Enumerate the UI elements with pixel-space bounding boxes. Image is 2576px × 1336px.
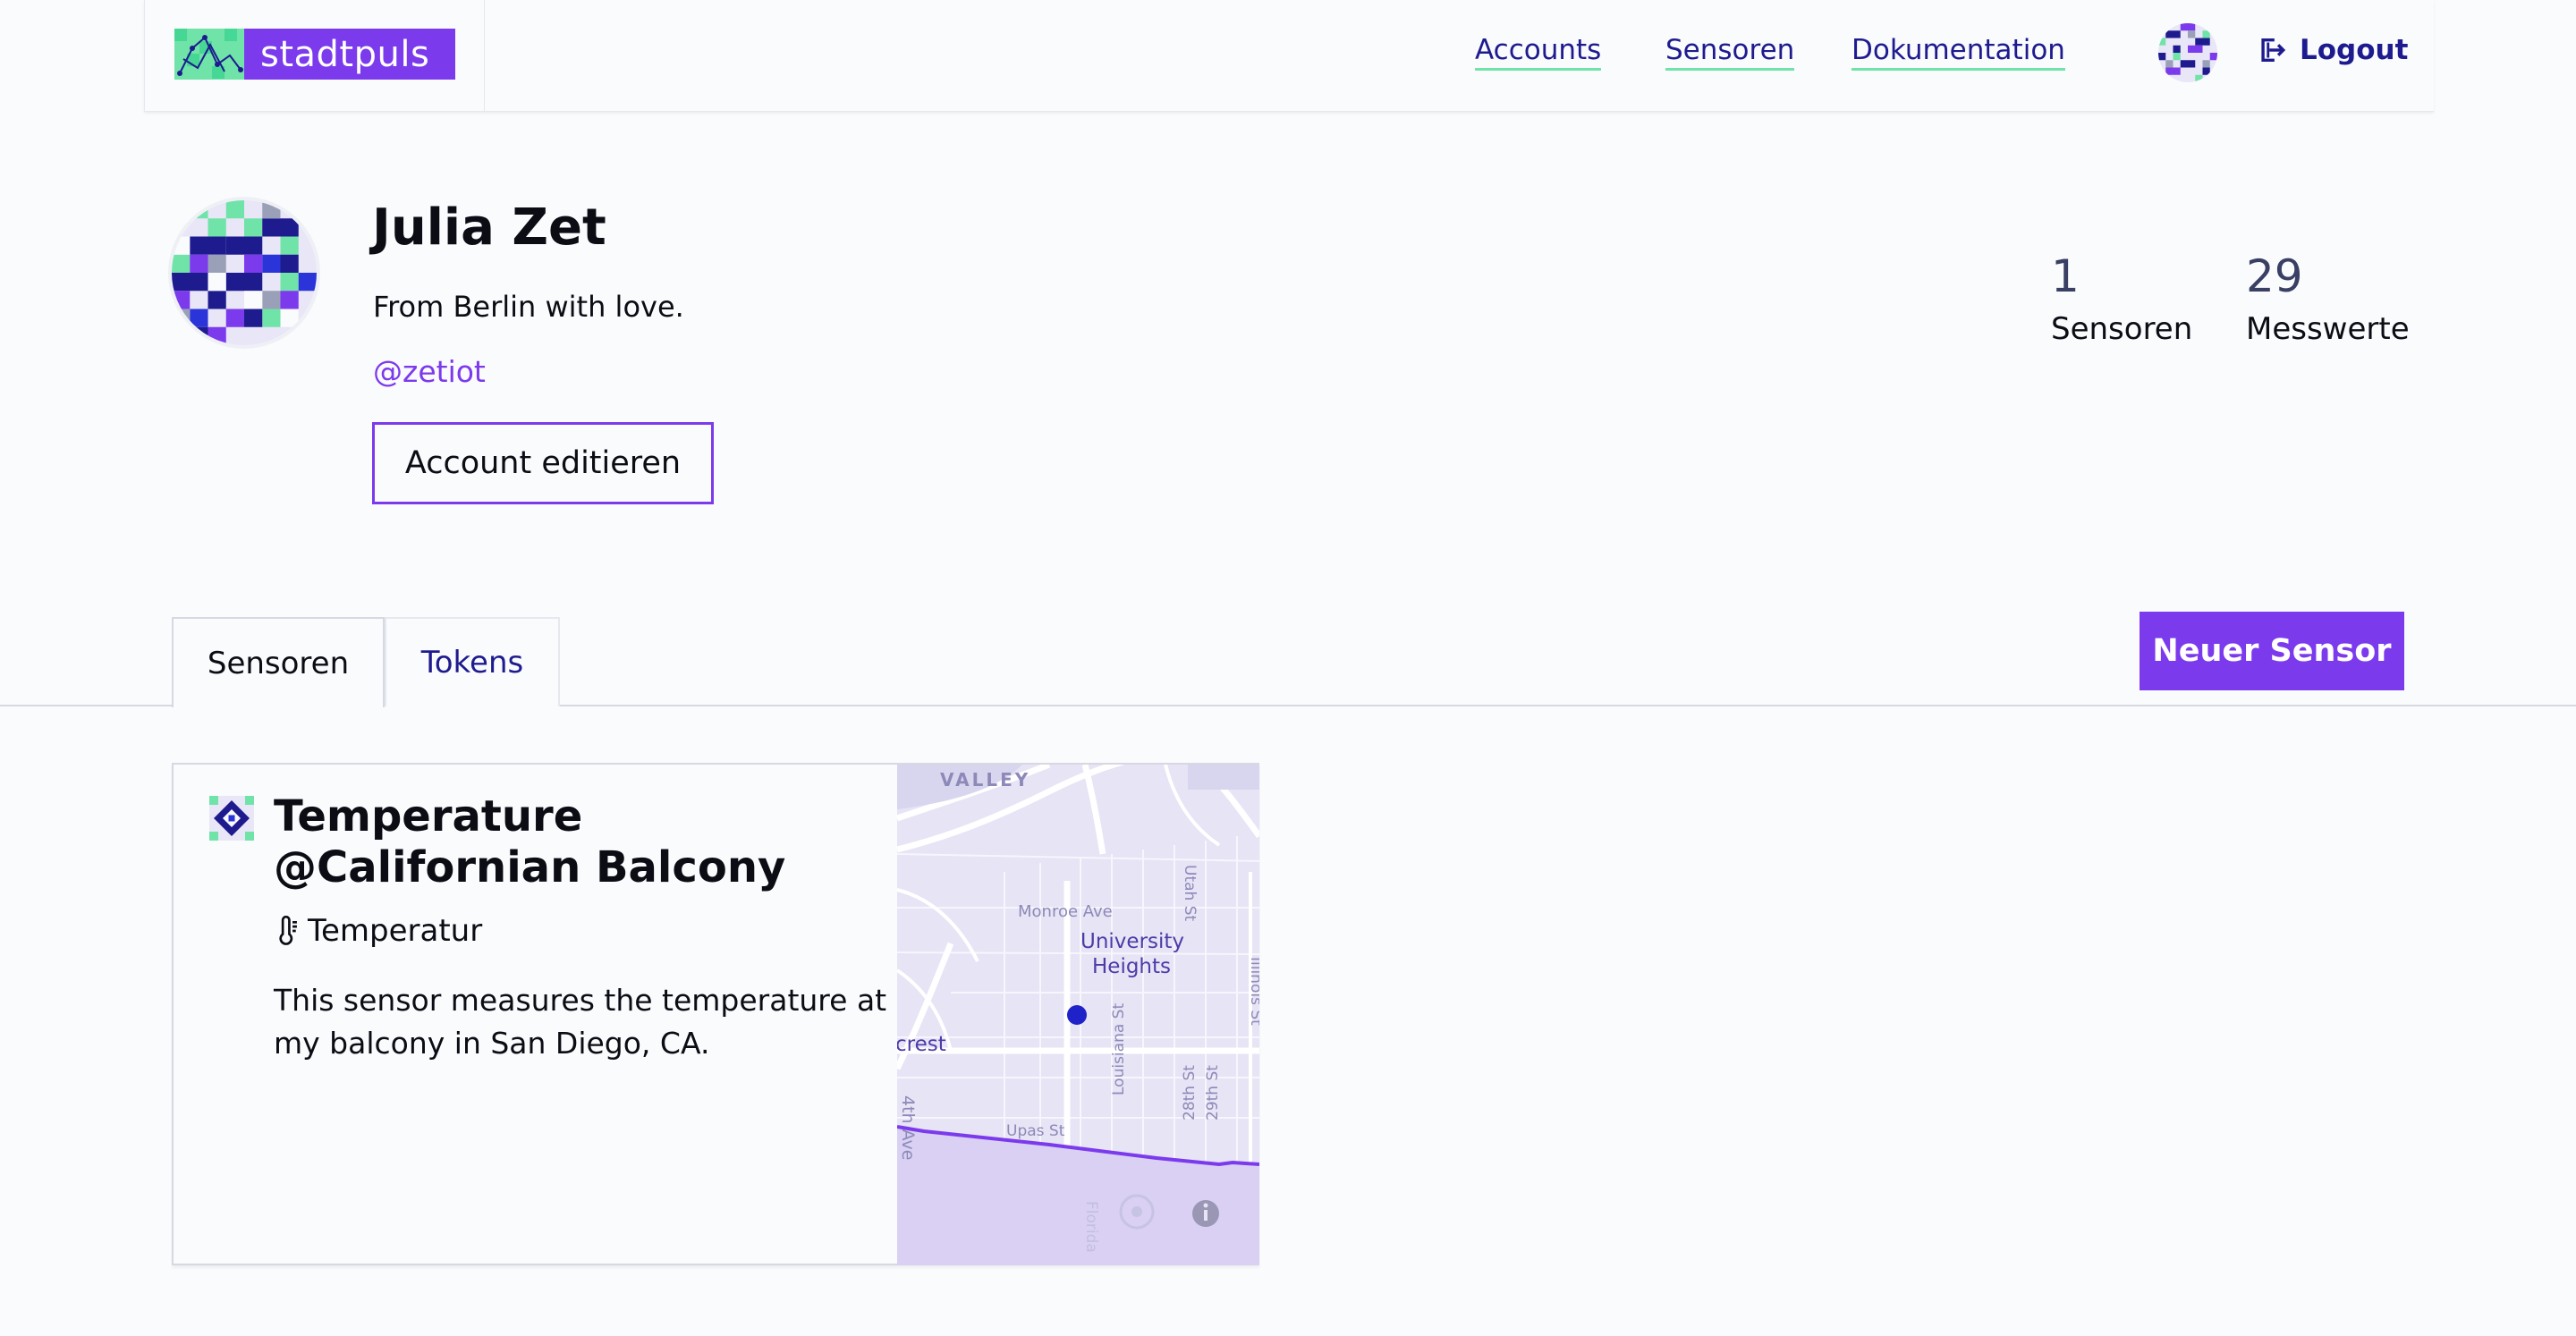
map-label-illinois: Illinois St xyxy=(1247,957,1259,1026)
stat-sensors-value: 1 xyxy=(2051,250,2080,302)
map-label-louisiana: Louisiana St xyxy=(1110,1003,1128,1095)
stat-measurements-value: 29 xyxy=(2246,250,2303,302)
nav-sensors-link[interactable]: Sensoren xyxy=(1665,34,1795,71)
sensor-description: This sensor measures the temperature at … xyxy=(274,983,887,1061)
map-label-valley: VALLEY xyxy=(940,769,1030,791)
map-label-utah: Utah St xyxy=(1181,865,1199,921)
map-label-4th-ave: 4th Ave xyxy=(898,1095,918,1160)
profile-name: Julia Zet xyxy=(372,199,606,257)
new-sensor-button[interactable]: Neuer Sensor xyxy=(2140,612,2404,690)
map-label-29th: 29th St xyxy=(1204,1065,1222,1120)
stat-sensors: 1 Sensoren xyxy=(2051,250,2192,347)
profile-handle: @zetiot xyxy=(373,354,486,389)
user-avatar[interactable] xyxy=(2158,23,2217,82)
top-header: stadtpuls Accounts Sensoren Dokumentatio… xyxy=(144,0,2434,112)
map-label-florida: Florida xyxy=(1082,1201,1100,1253)
sensor-card[interactable]: Temperature @Californian Balcony Tempera… xyxy=(172,763,1259,1265)
stat-measurements: 29 Messwerte xyxy=(2246,250,2410,347)
map-label-heights: Heights xyxy=(1092,955,1171,978)
map-label-28th: 28th St xyxy=(1181,1065,1199,1120)
map-label-university: University xyxy=(1080,930,1184,953)
stat-sensors-label: Sensoren xyxy=(2051,311,2193,347)
stat-measurements-label: Messwerte xyxy=(2246,311,2410,347)
sensor-identicon xyxy=(209,796,254,841)
logout-icon xyxy=(2261,38,2286,63)
logo-text: stadtpuls xyxy=(260,33,430,75)
map-label-crest: crest xyxy=(897,1033,946,1056)
sensor-type-label: Temperatur xyxy=(308,913,483,949)
map-label-upas: Upas St xyxy=(1006,1122,1065,1140)
edit-account-button[interactable]: Account editieren xyxy=(372,422,714,504)
thermometer-icon xyxy=(279,916,297,945)
logo-area: stadtpuls xyxy=(144,0,485,111)
map-info-icon[interactable] xyxy=(1192,1200,1219,1227)
sensor-location-map[interactable]: VALLEY Monroe Ave Utah St Illinois St Lo… xyxy=(897,765,1259,1265)
tab-sensors[interactable]: Sensoren xyxy=(172,617,385,707)
map-label-monroe: Monroe Ave xyxy=(1018,902,1113,921)
stadtpuls-logo[interactable]: stadtpuls xyxy=(174,29,455,80)
sensor-type: Temperatur xyxy=(274,913,482,949)
tab-tokens[interactable]: Tokens xyxy=(385,617,560,706)
logout-label: Logout xyxy=(2300,34,2409,66)
sensor-title[interactable]: Temperature @Californian Balcony xyxy=(274,791,855,893)
profile-avatar xyxy=(172,200,317,345)
nav-accounts-link[interactable]: Accounts xyxy=(1475,34,1602,71)
nav-docs-link[interactable]: Dokumentation xyxy=(1852,34,2065,71)
profile-bio: From Berlin with love. xyxy=(373,290,684,324)
logo-graph-icon xyxy=(174,29,244,80)
logout-button[interactable]: Logout xyxy=(2257,34,2408,66)
